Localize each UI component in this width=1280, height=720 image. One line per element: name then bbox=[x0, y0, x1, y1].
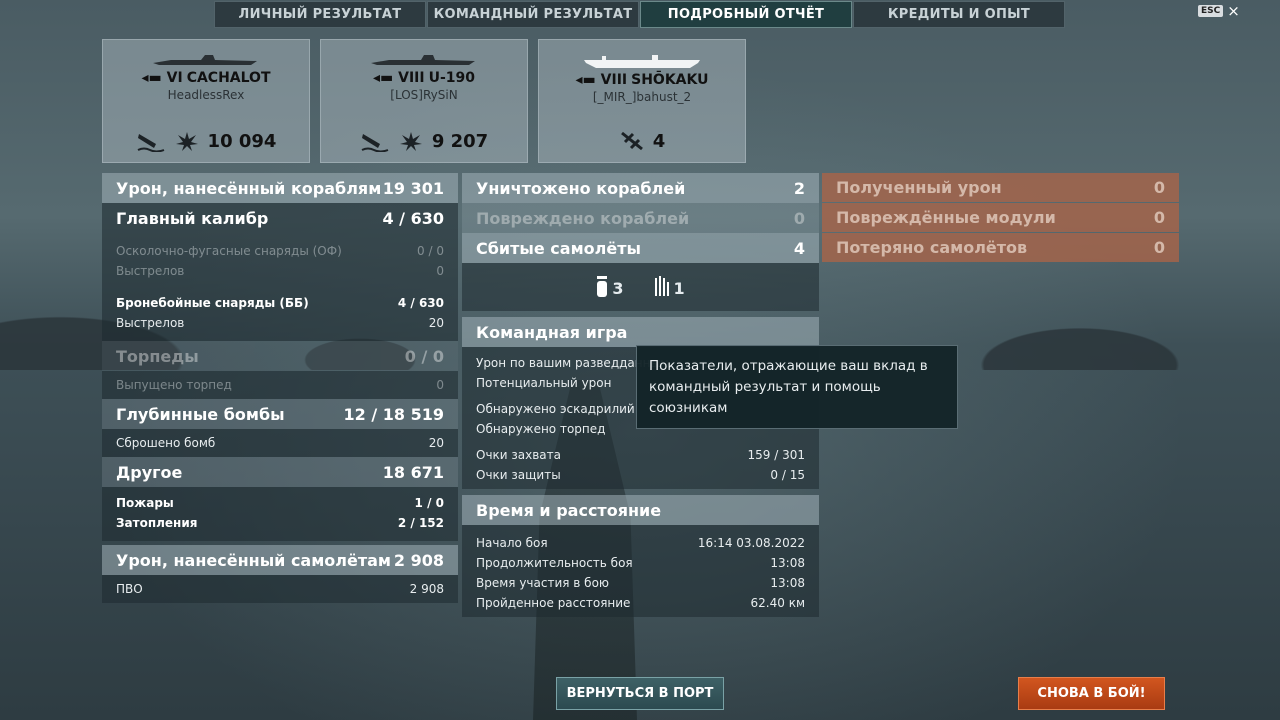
bomber-icon bbox=[597, 276, 608, 297]
esc-key-icon: ESC bbox=[1198, 5, 1224, 17]
floods-row: Затопления 2 / 152 bbox=[116, 516, 444, 530]
modules-damaged-row: Повреждённые модули 0 bbox=[822, 203, 1179, 232]
he-shells-row: Осколочно-фугасные снаряды (ОФ) 0 / 0 bbox=[116, 244, 444, 258]
return-to-port-button[interactable]: ВЕРНУТЬСЯ В ПОРТ bbox=[556, 677, 724, 710]
ship-class-icon: ◂▬ bbox=[575, 72, 596, 88]
carrier-silhouette-icon bbox=[584, 55, 700, 68]
ship-class-icon: ◂▬ bbox=[372, 70, 394, 86]
other-damage-row: Другое 18 671 bbox=[102, 457, 458, 487]
damage-explosion-icon bbox=[399, 132, 422, 151]
close-button[interactable]: ESC × bbox=[1198, 2, 1240, 20]
ship-name: ◂▬ VIII SHŌKAKU bbox=[575, 72, 709, 88]
defense-points-row: Очки защиты 0 / 15 bbox=[476, 468, 805, 482]
tab-team-result[interactable]: КОМАНДНЫЙ РЕЗУЛЬТАТ bbox=[427, 1, 639, 28]
damage-received-row: Полученный урон 0 bbox=[822, 173, 1179, 202]
ship-name: ◂▬ VI CACHALOT bbox=[141, 70, 271, 86]
depth-charges-row: Глубинные бомбы 12 / 18 519 bbox=[102, 399, 458, 429]
submarine-silhouette-icon bbox=[153, 55, 257, 65]
bomber-kills: 3 bbox=[596, 276, 624, 298]
plane-damage-header: Урон, нанесённый самолётам 2 908 bbox=[102, 545, 458, 575]
ship-card-cachalot[interactable]: ◂▬ VI CACHALOT HeadlessRex 10 094 bbox=[102, 39, 310, 163]
ap-shots-row: Выстрелов 20 bbox=[116, 316, 444, 330]
attack-plane-icon bbox=[654, 276, 669, 296]
bombs-dropped-row: Сброшено бомб 20 bbox=[116, 436, 444, 450]
tab-credits-xp[interactable]: КРЕДИТЫ И ОПЫТ bbox=[853, 1, 1065, 28]
damage-explosion-icon bbox=[175, 132, 198, 151]
close-icon: × bbox=[1227, 2, 1240, 20]
battle-duration-row: Продолжительность боя 13:08 bbox=[476, 556, 805, 570]
aa-row: ПВО 2 908 bbox=[116, 582, 444, 596]
ship-card-shokaku[interactable]: ◂▬ VIII SHŌKAKU [_MIR_]bahust_2 4 bbox=[538, 39, 746, 163]
ships-damaged-row: Повреждено кораблей 0 bbox=[462, 203, 819, 233]
player-name: [LOS]RySiN bbox=[390, 88, 458, 102]
distance-row: Пройденное расстояние 62.40 км bbox=[476, 596, 805, 610]
time-distance-header: Время и расстояние bbox=[462, 495, 819, 525]
torpedoes-row: Торпеды 0 / 0 bbox=[102, 341, 458, 371]
participation-time-row: Время участия в бою 13:08 bbox=[476, 576, 805, 590]
team-play-tooltip: Показатели, отражающие ваш вклад в коман… bbox=[636, 345, 958, 429]
torpedoes-fired-row: Выпущено торпед 0 bbox=[116, 378, 444, 392]
planes-lost-row: Потеряно самолётов 0 bbox=[822, 233, 1179, 262]
ap-shells-row: Бронебойные снаряды (ББ) 4 / 630 bbox=[116, 296, 444, 310]
team-play-header[interactable]: Командная игра bbox=[462, 317, 819, 347]
battle-start-row: Начало боя 16:14 03.08.2022 bbox=[476, 536, 805, 550]
ship-card-u190[interactable]: ◂▬ VIII U-190 [LOS]RySiN 9 207 bbox=[320, 39, 528, 163]
tab-bar: ЛИЧНЫЙ РЕЗУЛЬТАТ КОМАНДНЫЙ РЕЗУЛЬТАТ ПОД… bbox=[214, 1, 1066, 29]
battle-again-button[interactable]: СНОВА В БОЙ! bbox=[1018, 677, 1165, 710]
fires-row: Пожары 1 / 0 bbox=[116, 496, 444, 510]
plane-types-breakdown: 3 1 bbox=[462, 263, 819, 311]
submarine-silhouette-icon bbox=[371, 55, 475, 65]
attack-plane-kills: 1 bbox=[654, 276, 685, 298]
ship-name: ◂▬ VIII U-190 bbox=[372, 70, 475, 86]
tab-personal-result[interactable]: ЛИЧНЫЙ РЕЗУЛЬТАТ bbox=[214, 1, 426, 28]
planes-shot-row: Сбитые самолёты 4 bbox=[462, 233, 819, 263]
main-battery-row: Главный калибр 4 / 630 bbox=[116, 208, 444, 228]
sinking-ship-icon bbox=[137, 134, 164, 152]
capture-points-row: Очки захвата 159 / 301 bbox=[476, 448, 805, 462]
he-shots-row: Выстрелов 0 bbox=[116, 264, 444, 278]
sinking-ship-icon bbox=[361, 134, 389, 152]
received-column: Полученный урон 0 Повреждённые модули 0 … bbox=[822, 173, 1179, 263]
plane-shot-down-icon bbox=[620, 131, 643, 151]
ship-damage-header: Урон, нанесённый кораблям 19 301 bbox=[102, 173, 458, 203]
player-name: [_MIR_]bahust_2 bbox=[592, 90, 692, 104]
tab-detailed-report[interactable]: ПОДРОБНЫЙ ОТЧЁТ bbox=[640, 1, 852, 28]
ships-destroyed-row: Уничтожено кораблей 2 bbox=[462, 173, 819, 203]
ship-class-icon: ◂▬ bbox=[141, 70, 162, 86]
damage-column: Урон, нанесённый кораблям 19 301 Главный… bbox=[102, 173, 458, 603]
player-name: HeadlessRex bbox=[167, 88, 245, 102]
